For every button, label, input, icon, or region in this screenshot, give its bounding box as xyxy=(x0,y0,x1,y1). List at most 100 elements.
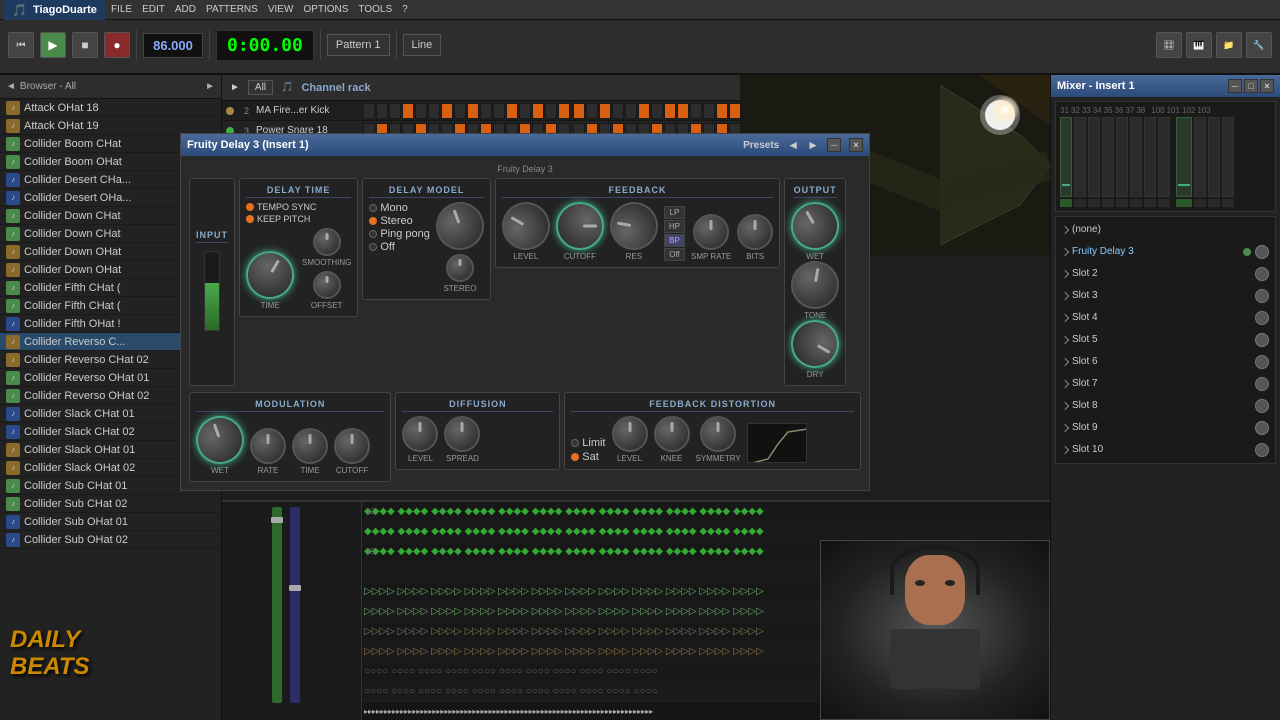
piano-roll-icon[interactable]: 🎹 xyxy=(1186,32,1212,58)
all-label[interactable]: All xyxy=(248,80,273,95)
beat-pad[interactable] xyxy=(573,103,585,119)
send-level-knob[interactable] xyxy=(1255,311,1269,325)
record-button[interactable]: ● xyxy=(104,32,130,58)
send-level-knob[interactable] xyxy=(1255,333,1269,347)
stereo-radio[interactable]: Stereo xyxy=(369,215,430,227)
send-level-knob[interactable] xyxy=(1255,421,1269,435)
model-off-radio[interactable]: Off xyxy=(369,241,430,253)
plugin-minimize-button[interactable]: ─ xyxy=(827,138,841,152)
mixer-strip[interactable] xyxy=(1060,117,1072,197)
tone-knob[interactable] xyxy=(787,257,843,313)
beat-pad[interactable] xyxy=(363,103,375,119)
bp-button[interactable]: BP xyxy=(664,234,685,247)
bpm-display[interactable]: 86.000 xyxy=(143,33,203,58)
dist-level-knob[interactable] xyxy=(612,416,648,452)
beat-pad[interactable] xyxy=(638,103,650,119)
next-preset-button[interactable]: ► xyxy=(807,138,819,152)
mixer-minimize-button[interactable]: ─ xyxy=(1228,79,1242,93)
menu-item-options[interactable]: OPTIONS xyxy=(299,2,352,17)
volume-fader[interactable] xyxy=(272,507,282,703)
sat-radio[interactable]: Sat xyxy=(571,451,605,463)
beat-pad[interactable] xyxy=(586,103,598,119)
mixer-max-button[interactable]: □ xyxy=(1244,79,1258,93)
res-knob[interactable] xyxy=(606,198,662,254)
filter-off-button[interactable]: Off xyxy=(664,248,685,261)
menu-item-tools[interactable]: TOOLS xyxy=(354,2,396,17)
mod-wet-knob[interactable] xyxy=(189,409,251,471)
mixer-close-button[interactable]: × xyxy=(1260,79,1274,93)
beat-pad[interactable] xyxy=(545,103,557,119)
menu-item-edit[interactable]: EDIT xyxy=(138,2,169,17)
beat-pad[interactable] xyxy=(454,103,466,119)
stereo-knob[interactable] xyxy=(446,254,474,282)
menu-item-file[interactable]: FILE xyxy=(107,2,136,17)
cutoff-knob[interactable] xyxy=(556,202,604,250)
send-level-knob[interactable] xyxy=(1255,289,1269,303)
slot-4[interactable]: Slot 4 xyxy=(1058,307,1273,329)
tempo-sync-radio[interactable]: TEMPO SYNC xyxy=(246,202,317,212)
mixer-strip[interactable] xyxy=(1074,117,1086,197)
send-level-knob[interactable] xyxy=(1255,245,1269,259)
diff-level-knob[interactable] xyxy=(402,416,438,452)
beat-pad[interactable] xyxy=(690,103,702,119)
pan-fader[interactable] xyxy=(290,507,300,703)
beat-pad[interactable] xyxy=(441,103,453,119)
beat-pad[interactable] xyxy=(506,103,518,119)
slot-2[interactable]: Slot 2 xyxy=(1058,263,1273,285)
mixer-strip[interactable] xyxy=(1208,117,1220,197)
beat-pad[interactable] xyxy=(716,103,728,119)
mixer-strip[interactable] xyxy=(1116,117,1128,197)
plugin-icon[interactable]: 🔧 xyxy=(1246,32,1272,58)
mod-cutoff-knob[interactable] xyxy=(334,428,370,464)
slot-6[interactable]: Slot 6 xyxy=(1058,351,1273,373)
list-item[interactable]: ♪ Attack OHat 18 xyxy=(0,99,221,117)
expand-icon[interactable]: ► xyxy=(230,82,240,93)
beat-pad[interactable] xyxy=(467,103,479,119)
browse-arrow-right[interactable]: ► xyxy=(205,81,215,92)
play-button[interactable]: ▶ xyxy=(40,32,66,58)
beat-pad[interactable] xyxy=(599,103,611,119)
mod-rate-knob[interactable] xyxy=(250,428,286,464)
ping-pong-radio[interactable]: Ping pong xyxy=(369,228,430,240)
bits-knob[interactable] xyxy=(737,214,773,250)
delay-model-main-knob[interactable] xyxy=(429,195,491,257)
send-level-knob[interactable] xyxy=(1255,443,1269,457)
pattern-selector[interactable]: Pattern 1 xyxy=(327,34,390,56)
prev-preset-button[interactable]: ◄ xyxy=(787,138,799,152)
list-item[interactable]: ♪ Collider Sub OHat 01 xyxy=(0,513,221,531)
beat-pad[interactable] xyxy=(558,103,570,119)
beat-pad[interactable] xyxy=(402,103,414,119)
list-item[interactable]: ♪ Collider Sub OHat 02 xyxy=(0,531,221,549)
mixer-strip[interactable] xyxy=(1088,117,1100,197)
menu-item-patterns[interactable]: PATTERNS xyxy=(202,2,262,17)
mixer-strip[interactable] xyxy=(1194,117,1206,197)
none-slot[interactable]: (none) xyxy=(1058,219,1273,241)
send-level-knob[interactable] xyxy=(1255,267,1269,281)
beat-pad[interactable] xyxy=(532,103,544,119)
feedback-level-knob[interactable] xyxy=(493,193,559,259)
beat-pad[interactable] xyxy=(428,103,440,119)
menu-item-help[interactable]: ? xyxy=(398,2,412,17)
smoothing-knob[interactable] xyxy=(313,228,341,256)
dist-knee-knob[interactable] xyxy=(654,416,690,452)
browser-icon[interactable]: 📁 xyxy=(1216,32,1242,58)
beat-pad[interactable] xyxy=(415,103,427,119)
diff-spread-knob[interactable] xyxy=(444,416,480,452)
mono-radio[interactable]: Mono xyxy=(369,202,430,214)
beat-pad[interactable] xyxy=(493,103,505,119)
mixer-strip[interactable] xyxy=(1144,117,1156,197)
mixer-icon[interactable]: 🎛 xyxy=(1156,32,1182,58)
browse-arrow-left[interactable]: ◄ xyxy=(6,81,16,92)
hp-button[interactable]: HP xyxy=(664,220,685,233)
send-level-knob[interactable] xyxy=(1255,399,1269,413)
limit-radio[interactable]: Limit xyxy=(571,437,605,449)
time-knob[interactable] xyxy=(237,242,303,308)
fruity-delay-slot[interactable]: Fruity Delay 3 xyxy=(1058,241,1273,263)
mixer-strip[interactable] xyxy=(1130,117,1142,197)
dry-knob[interactable] xyxy=(782,311,848,377)
beat-pad[interactable] xyxy=(389,103,401,119)
slot-8[interactable]: Slot 8 xyxy=(1058,395,1273,417)
beat-pad[interactable] xyxy=(519,103,531,119)
list-item[interactable]: ♪ Collider Sub CHat 02 xyxy=(0,495,221,513)
stop-button[interactable]: ■ xyxy=(72,32,98,58)
